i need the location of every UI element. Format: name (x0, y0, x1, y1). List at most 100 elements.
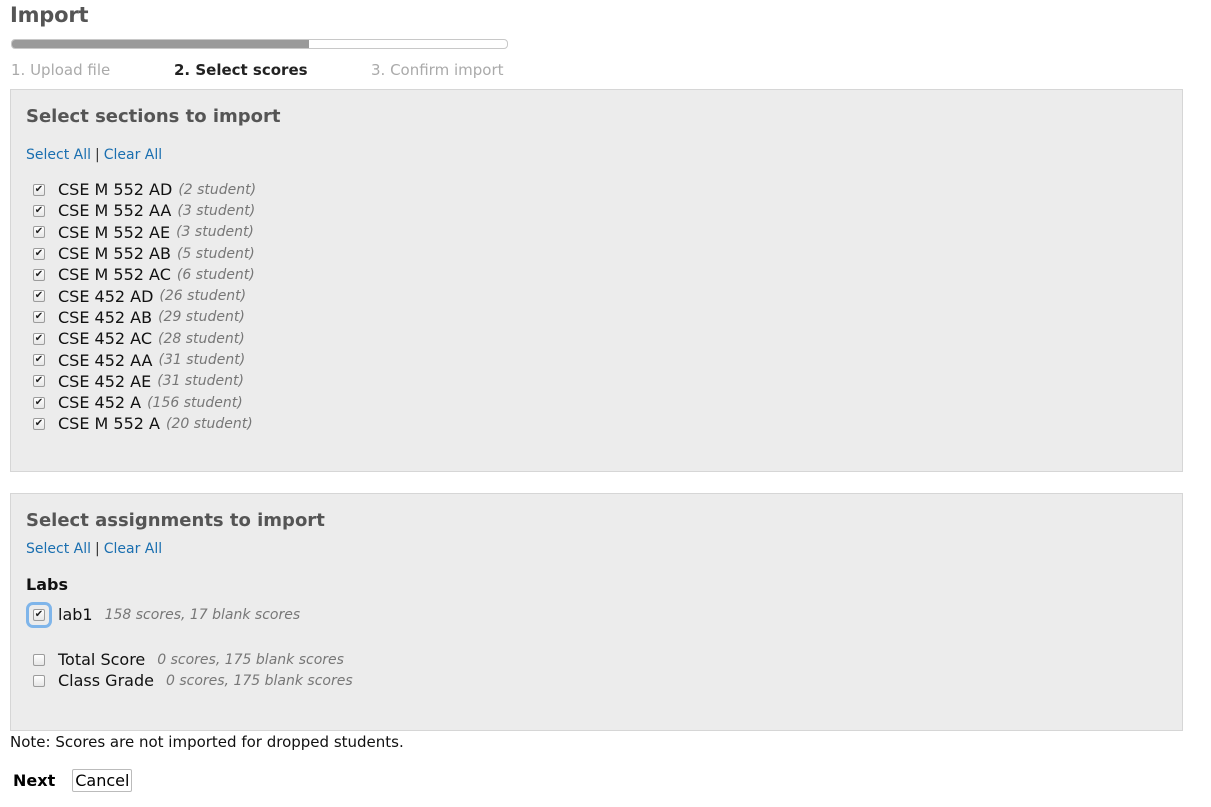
section-name: CSE M 552 AE (58, 222, 171, 242)
assignment-score-count: 0 scores, 175 blank scores (157, 651, 344, 668)
assignment-score-count: 158 scores, 17 blank scores (104, 606, 301, 623)
next-button[interactable]: Next (10, 769, 59, 792)
assignment-row: Total Score 0 scores, 175 blank scores (33, 649, 353, 670)
section-checkbox[interactable]: ✔ (33, 354, 45, 367)
step-select-scores: 2. Select scores (174, 61, 308, 79)
section-checkbox[interactable]: ✔ (33, 183, 45, 196)
section-row: ✔ CSE 452 AA (31 student) (33, 349, 256, 370)
assignments-select-all-link[interactable]: Select All (26, 541, 91, 557)
section-name: CSE 452 AE (58, 371, 152, 391)
section-checkbox[interactable]: ✔ (33, 268, 45, 281)
step-indicator: 1. Upload file 2. Select scores 3. Confi… (11, 61, 511, 81)
section-student-count: (29 student) (158, 309, 245, 326)
section-checkbox[interactable]: ✔ (33, 247, 45, 260)
assignment-checkbox[interactable] (33, 674, 45, 687)
sections-link-bar: Select All | Clear All (26, 147, 162, 163)
checkmark-icon: ✔ (34, 204, 44, 216)
other-assignment-list: Total Score 0 scores, 175 blank scores Cl… (33, 649, 353, 692)
checkmark-icon: ✔ (34, 268, 44, 280)
checkmark-icon: ✔ (34, 226, 44, 238)
section-checkbox[interactable]: ✔ (33, 375, 45, 388)
section-student-count: (31 student) (158, 352, 246, 369)
assignment-name: Total Score (58, 650, 146, 670)
checkmark-icon: ✔ (34, 247, 44, 259)
assignment-row: ✔ lab1 158 scores, 17 blank scores (33, 604, 300, 625)
checkmark-icon: ✔ (34, 608, 44, 620)
section-row: ✔ CSE 452 AD (26 student) (33, 285, 256, 306)
section-name: CSE M 552 AC (58, 265, 171, 285)
cancel-button[interactable]: Cancel (72, 769, 133, 792)
checkmark-icon: ✔ (34, 311, 44, 323)
section-row: ✔ CSE M 552 AA (3 student) (33, 200, 256, 221)
link-separator: | (95, 541, 100, 557)
section-student-count: (6 student) (176, 266, 255, 283)
assignment-checkbox[interactable]: ✔ (33, 608, 45, 621)
assignment-group-title: Labs (26, 575, 68, 594)
section-row: ✔ CSE M 552 AD (2 student) (33, 179, 256, 200)
assignments-panel: Select assignments to import Select All |… (10, 493, 1183, 731)
section-student-count: (5 student) (176, 245, 255, 262)
sections-heading: Select sections to import (26, 106, 281, 127)
section-list: ✔ CSE M 552 AD (2 student) ✔ CSE M 552 AA (3… (33, 179, 256, 435)
section-checkbox[interactable]: ✔ (33, 204, 45, 217)
section-student-count: (31 student) (157, 373, 244, 390)
assignments-clear-all-link[interactable]: Clear All (104, 541, 162, 557)
checkmark-icon: ✔ (34, 354, 44, 366)
step-upload-file: 1. Upload file (11, 61, 111, 79)
checkmark-icon: ✔ (34, 290, 44, 302)
section-student-count: (156 student) (147, 394, 243, 411)
section-name: CSE M 552 A (58, 414, 160, 434)
section-checkbox[interactable]: ✔ (33, 332, 45, 345)
step-confirm-import: 3. Confirm import (371, 61, 504, 79)
section-student-count: (20 student) (165, 415, 253, 432)
section-student-count: (26 student) (159, 288, 247, 305)
assignment-name: lab1 (58, 605, 93, 625)
section-row: ✔ CSE 452 AB (29 student) (33, 307, 256, 328)
section-row: ✔ CSE 452 AC (28 student) (33, 328, 256, 349)
assignments-heading: Select assignments to import (26, 510, 325, 531)
section-name: CSE 452 AA (58, 350, 153, 370)
section-name: CSE M 552 AD (58, 180, 173, 200)
sections-panel: Select sections to import Select All | Cle… (10, 89, 1183, 472)
section-name: CSE 452 AB (58, 307, 153, 327)
assignment-score-count: 0 scores, 175 blank scores (165, 672, 353, 689)
section-student-count: (3 student) (176, 224, 254, 241)
section-name: CSE 452 A (58, 393, 142, 413)
form-actions: Next Cancel (10, 769, 133, 792)
assignment-row: Class Grade 0 scores, 175 blank scores (33, 670, 353, 691)
assignment-checkbox[interactable] (33, 653, 45, 666)
link-separator: | (95, 147, 100, 163)
section-name: CSE 452 AD (58, 286, 154, 306)
dropped-students-note: Note: Scores are not imported for droppe… (10, 733, 404, 751)
assignments-link-bar: Select All | Clear All (26, 541, 162, 557)
section-row: ✔ CSE M 552 A (20 student) (33, 413, 256, 434)
section-checkbox[interactable]: ✔ (33, 226, 45, 239)
section-row: ✔ CSE 452 A (156 student) (33, 392, 256, 413)
section-row: ✔ CSE 452 AE (31 student) (33, 371, 256, 392)
import-progress-bar (11, 39, 508, 49)
section-name: CSE M 552 AB (58, 244, 171, 264)
section-checkbox[interactable]: ✔ (33, 311, 45, 324)
focus-ring: ✔ (29, 605, 49, 625)
section-row: ✔ CSE M 552 AC (6 student) (33, 264, 256, 285)
sections-clear-all-link[interactable]: Clear All (104, 147, 162, 163)
checkmark-icon: ✔ (34, 396, 44, 408)
section-checkbox[interactable]: ✔ (33, 417, 45, 430)
page-title: Import (10, 3, 89, 27)
section-checkbox[interactable]: ✔ (33, 396, 45, 409)
section-name: CSE 452 AC (58, 329, 152, 349)
section-checkbox[interactable]: ✔ (33, 290, 45, 303)
sections-select-all-link[interactable]: Select All (26, 147, 91, 163)
section-name: CSE M 552 AA (58, 201, 172, 221)
section-student-count: (2 student) (178, 181, 257, 198)
checkmark-icon: ✔ (34, 183, 44, 195)
checkmark-icon: ✔ (34, 417, 44, 429)
checkmark-icon: ✔ (34, 332, 44, 344)
checkmark-icon: ✔ (34, 375, 44, 387)
section-row: ✔ CSE M 552 AE (3 student) (33, 222, 256, 243)
section-row: ✔ CSE M 552 AB (5 student) (33, 243, 256, 264)
progress-fill (12, 40, 309, 48)
section-student-count: (3 student) (177, 202, 256, 219)
section-student-count: (28 student) (157, 330, 245, 347)
assignment-name: Class Grade (58, 671, 154, 691)
